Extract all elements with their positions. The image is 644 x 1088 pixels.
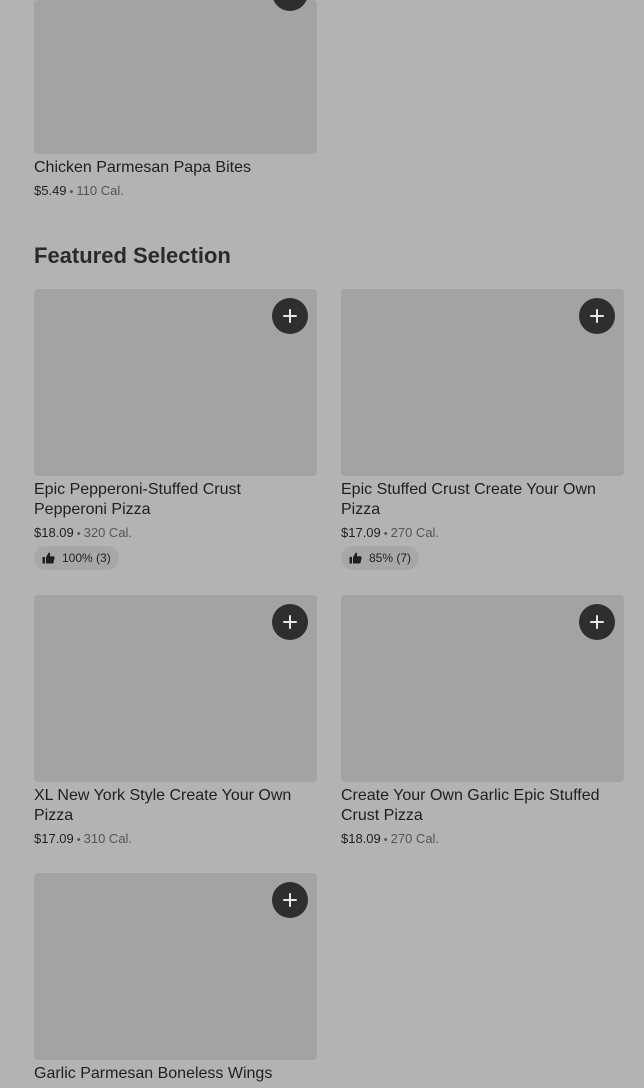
item-name[interactable]: Epic Pepperoni-Stuffed Crust Pepperoni P… xyxy=(34,480,317,520)
add-to-cart-button[interactable] xyxy=(272,882,308,918)
separator-dot: • xyxy=(383,528,388,540)
rating-text: 100% (3) xyxy=(62,551,111,565)
rating-text: 85% (7) xyxy=(369,551,412,565)
item-meta: $18.09 • 320 Cal. xyxy=(34,525,132,542)
item-price: $5.49 xyxy=(34,183,67,198)
item-price: $17.09 xyxy=(34,831,74,846)
item-name[interactable]: Garlic Parmesan Boneless Wings xyxy=(34,1064,317,1084)
item-price: $17.09 xyxy=(341,525,381,540)
item-meta: $18.09 • 270 Cal. xyxy=(341,831,439,848)
plus-icon xyxy=(590,309,604,323)
add-to-cart-button[interactable] xyxy=(272,298,308,334)
add-to-cart-button[interactable] xyxy=(579,298,615,334)
plus-icon xyxy=(283,893,297,907)
add-to-cart-button[interactable] xyxy=(272,604,308,640)
separator-dot: • xyxy=(383,834,388,846)
item-calories: 110 Cal. xyxy=(76,183,124,198)
rating-badge: 100% (3) xyxy=(34,546,119,570)
item-meta: $5.49 • 110 Cal. xyxy=(34,183,124,200)
item-name[interactable]: Chicken Parmesan Papa Bites xyxy=(34,158,317,178)
item-calories: 270 Cal. xyxy=(390,831,440,846)
item-name[interactable]: Epic Stuffed Crust Create Your Own Pizza xyxy=(341,480,624,520)
item-calories: 310 Cal. xyxy=(83,831,133,846)
add-to-cart-button[interactable] xyxy=(579,604,615,640)
separator-dot: • xyxy=(76,528,81,540)
thumbs-up-icon xyxy=(349,552,362,564)
item-image[interactable] xyxy=(34,0,317,154)
thumbs-up-icon xyxy=(42,552,55,564)
item-price: $18.09 xyxy=(341,831,381,846)
item-meta: $17.09 • 310 Cal. xyxy=(34,831,132,848)
separator-dot: • xyxy=(69,186,74,198)
plus-icon xyxy=(283,615,297,629)
item-name[interactable]: Create Your Own Garlic Epic Stuffed Crus… xyxy=(341,786,624,826)
plus-icon xyxy=(590,615,604,629)
item-calories: 320 Cal. xyxy=(83,525,133,540)
rating-badge: 85% (7) xyxy=(341,546,420,570)
item-name[interactable]: XL New York Style Create Your Own Pizza xyxy=(34,786,317,826)
item-calories: 270 Cal. xyxy=(390,525,440,540)
plus-icon xyxy=(283,309,297,323)
item-price: $18.09 xyxy=(34,525,74,540)
item-meta: $17.09 • 270 Cal. xyxy=(341,525,439,542)
separator-dot: • xyxy=(76,834,81,846)
section-title: Featured Selection xyxy=(34,243,231,268)
